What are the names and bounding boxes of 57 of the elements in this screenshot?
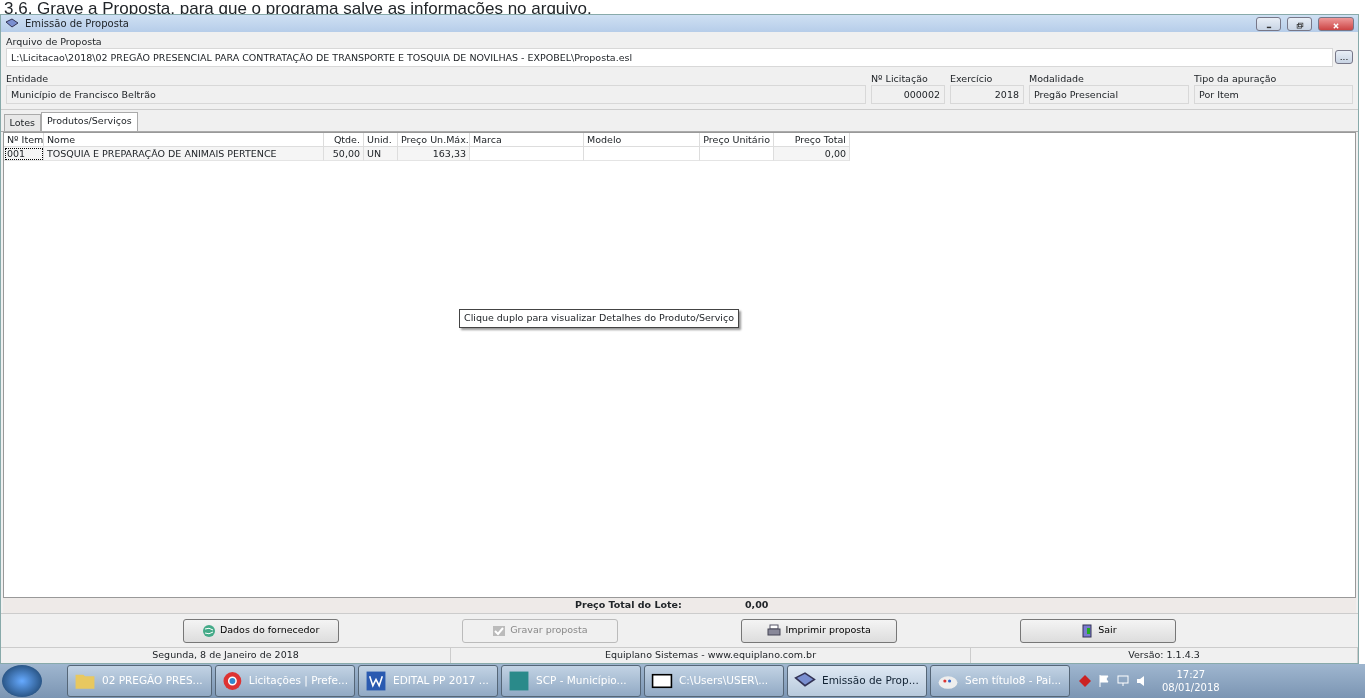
column-header: Nome	[44, 133, 324, 148]
column-header: Preço Total	[774, 133, 850, 148]
document-icon	[365, 670, 387, 692]
status-text: Equiplano Sistemas - www.equiplano.com.br	[451, 648, 971, 663]
clock-time: 17:27	[1175, 668, 1207, 681]
action-button[interactable]: Sair	[1020, 618, 1177, 643]
field-label: Tipo da apuração	[1194, 71, 1278, 85]
file-path-field[interactable]: L:\Licitacao\2018\02 PREGÃO PRESENCIAL PARA CONTRATAÇÃO DE TRANSPORTE E TOSQUIA DE NOVILHAS - EXPOBEL\Proposta.esl	[6, 47, 1333, 67]
table-cell: UN	[364, 147, 398, 162]
table-cell: 50,00	[324, 147, 364, 162]
table-cell: TOSQUIA E PREPARAÇÃO DE ANIMAIS PERTENCE	[44, 147, 324, 162]
total-value: 0,00	[745, 598, 769, 613]
minimize-button[interactable]	[1256, 16, 1281, 31]
printer-icon	[767, 623, 782, 638]
close-button[interactable]	[1318, 16, 1354, 31]
readonly-field: 000002	[871, 84, 945, 104]
column-header: Qtde.	[324, 133, 364, 148]
shield-icon	[1078, 674, 1092, 688]
close-icon	[1330, 20, 1342, 31]
field-label: Entidade	[6, 71, 50, 85]
network-icon	[1116, 674, 1130, 688]
readonly-field: Por Item	[1194, 84, 1353, 104]
tooltip: Clique duplo para visualizar Detalhes do Produto/Serviço	[459, 309, 740, 328]
field-label: Arquivo de Proposta	[6, 34, 103, 48]
readonly-field: Município de Francisco Beltrão	[6, 84, 866, 104]
table-cell: 001	[4, 147, 44, 162]
restore-icon	[1293, 20, 1306, 31]
field-label: Exercício	[950, 71, 994, 85]
column-header: Marca	[470, 133, 584, 148]
readonly-field: 2018	[950, 84, 1024, 104]
table-cell: 0,00	[774, 147, 850, 162]
column-header: Preço Unitário	[700, 133, 774, 148]
field-label: Nº Licitação	[871, 71, 929, 85]
action-button[interactable]: Imprimir proposta	[741, 618, 898, 643]
taskbar-button[interactable]: Emissão de Prop...	[787, 665, 927, 697]
browser-icon	[222, 670, 243, 692]
total-label: Preço Total do Lote:	[575, 598, 683, 613]
door-icon	[1080, 623, 1095, 638]
clock-date: 08/01/2018	[1162, 681, 1220, 694]
tab[interactable]: Produtos/Serviços	[40, 112, 138, 132]
column-header: Nº Item	[4, 133, 44, 148]
action-button[interactable]: Dados do fornecedor	[182, 618, 339, 643]
window-title: Emissão de Proposta	[25, 17, 130, 31]
checkmark-icon	[492, 623, 507, 638]
table-cell: 163,33	[398, 147, 470, 162]
flag-icon	[1097, 674, 1111, 688]
column-header: Unid.	[364, 133, 398, 148]
field-label: Modalidade	[1029, 71, 1085, 85]
status-text: Segunda, 8 de Janeiro de 2018	[1, 648, 451, 663]
browse-button[interactable]: ...	[1335, 50, 1353, 64]
column-header: Preço Un.Máx.	[398, 133, 470, 148]
restore-button[interactable]	[1287, 16, 1312, 31]
column-header: Modelo	[584, 133, 700, 148]
tab[interactable]: Lotes	[3, 114, 41, 132]
start-button[interactable]	[2, 665, 42, 697]
readonly-field: Pregão Presencial	[1029, 84, 1189, 104]
status-text: Versão: 1.1.4.3	[971, 648, 1358, 663]
